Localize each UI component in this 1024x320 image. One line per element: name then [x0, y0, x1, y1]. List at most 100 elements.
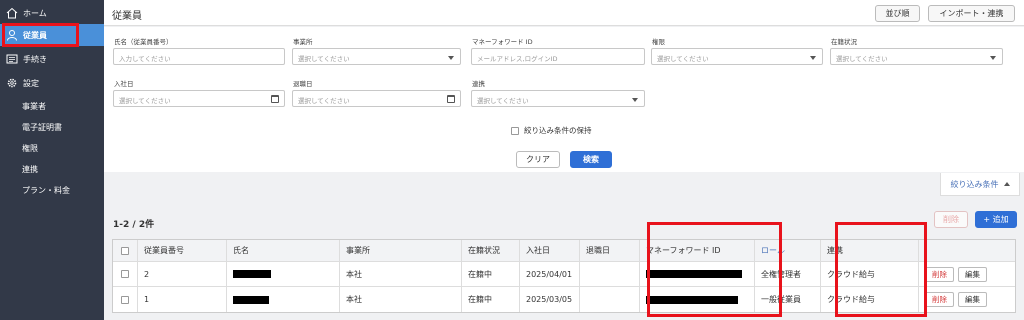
- join-date-picker[interactable]: 選択してください: [113, 90, 285, 107]
- page-header: 従業員 並び順 インポート・連携: [104, 0, 1024, 26]
- role-filter-label: 権限: [652, 38, 665, 46]
- row-actions: 削除 編集: [919, 287, 1015, 312]
- select-all-cell: [113, 240, 138, 261]
- select-all-checkbox[interactable]: [121, 246, 129, 255]
- calendar-icon: [447, 95, 455, 103]
- column-header[interactable]: 連携: [821, 240, 919, 261]
- sidebar-sub-permission[interactable]: 権限: [22, 143, 38, 154]
- leave-date-filter-label: 退職日: [293, 80, 313, 88]
- table-row[interactable]: 1 本社 在籍中 2025/03/05 一般従業員 クラウド給与 削除 編集: [113, 287, 1015, 312]
- sidebar-item-label: 手続き: [23, 54, 47, 64]
- sidebar-item-label: 従業員: [23, 30, 47, 40]
- leave-date-picker[interactable]: 選択してください: [292, 90, 461, 107]
- results-section: 絞り込み条件 1-2 / 2件 削除 + 追加 従業員番号 氏名 事業所 在籍状…: [104, 173, 1024, 320]
- sidebar-item-procedures[interactable]: 手続き: [0, 48, 104, 70]
- office: 本社: [340, 262, 462, 286]
- actions-header: [919, 240, 1015, 261]
- employee-name-cell[interactable]: [227, 262, 340, 286]
- leave-date: [580, 262, 640, 286]
- person-icon: [7, 30, 17, 41]
- redacted-mf-id: [646, 270, 742, 278]
- office-select[interactable]: 選択してください: [292, 48, 461, 65]
- sidebar: ホーム 従業員 手続き 設定 事業者 電子証明書 権限 連携 プラン・料金: [0, 0, 104, 320]
- row-delete-button[interactable]: 削除: [925, 266, 954, 282]
- row-select-cell: [113, 287, 138, 312]
- row-select-cell: [113, 262, 138, 286]
- chevron-down-icon: [448, 56, 454, 60]
- calendar-icon: [271, 95, 279, 103]
- mf-id-cell: [640, 262, 755, 286]
- row-edit-button[interactable]: 編集: [958, 292, 987, 307]
- sidebar-item-home[interactable]: ホーム: [0, 2, 104, 24]
- row-checkbox[interactable]: [121, 270, 129, 278]
- column-header[interactable]: 氏名: [227, 240, 340, 261]
- add-button[interactable]: + 追加: [975, 211, 1017, 228]
- chevron-down-icon: [632, 98, 638, 102]
- employee-number: 2: [138, 262, 227, 286]
- column-header[interactable]: ロール: [755, 240, 821, 261]
- status-filter-label: 在籍状況: [831, 38, 857, 46]
- column-header[interactable]: 事業所: [340, 240, 462, 261]
- redacted-name: [233, 270, 271, 278]
- join-date-filter-label: 入社日: [114, 80, 134, 88]
- role: 一般従業員: [755, 287, 821, 312]
- row-checkbox[interactable]: [121, 295, 129, 304]
- result-count: 1-2 / 2件: [113, 220, 155, 230]
- import-button[interactable]: インポート・連携: [928, 5, 1015, 22]
- status: 在籍中: [462, 262, 520, 286]
- table-header: 従業員番号 氏名 事業所 在籍状況 入社日 退職日 マネーフォワード ID ロー…: [113, 240, 1015, 262]
- link-select[interactable]: 選択してください: [471, 90, 645, 107]
- column-header[interactable]: マネーフォワード ID: [640, 240, 755, 261]
- home-icon: [6, 7, 18, 19]
- sidebar-item-settings[interactable]: 設定: [0, 72, 104, 94]
- row-delete-button[interactable]: 削除: [925, 292, 954, 307]
- column-header[interactable]: 従業員番号: [138, 240, 227, 261]
- chevron-down-icon: [990, 56, 996, 60]
- status-select[interactable]: 選択してください: [830, 48, 1003, 65]
- bulk-delete-button[interactable]: 削除: [934, 211, 968, 228]
- clear-button[interactable]: クリア: [516, 151, 560, 168]
- mf-id-input[interactable]: メールアドレス,ログインID: [471, 48, 645, 65]
- keep-filters-checkbox[interactable]: [511, 126, 519, 135]
- placeholder: 選択してください: [836, 55, 888, 63]
- name-input[interactable]: 入力してください: [113, 48, 285, 65]
- column-header[interactable]: 在籍状況: [462, 240, 520, 261]
- placeholder: 入力してください: [119, 55, 171, 63]
- row-actions: 削除 編集: [919, 262, 1015, 286]
- link-filter-label: 連携: [472, 80, 485, 88]
- column-header[interactable]: 退職日: [580, 240, 640, 261]
- sidebar-item-label: ホーム: [23, 8, 47, 18]
- placeholder: 選択してください: [298, 55, 350, 63]
- search-button[interactable]: 検索: [570, 151, 612, 168]
- employee-name-cell[interactable]: [227, 287, 340, 312]
- keep-filters-option[interactable]: 絞り込み条件の保持: [511, 125, 592, 136]
- placeholder: 選択してください: [119, 97, 171, 105]
- table-row[interactable]: 2 本社 在籍中 2025/04/01 全権管理者 クラウド給与 削除 編集: [113, 262, 1015, 287]
- sidebar-sub-plan[interactable]: プラン・料金: [22, 185, 70, 196]
- join-date: 2025/04/01: [520, 262, 580, 286]
- role: 全権管理者: [755, 262, 821, 286]
- column-header[interactable]: 入社日: [520, 240, 580, 261]
- filter-toggle-tab[interactable]: 絞り込み条件: [940, 173, 1020, 196]
- name-filter-label: 氏名（従業員番号）: [114, 38, 173, 46]
- employee-table: 従業員番号 氏名 事業所 在籍状況 入社日 退職日 マネーフォワード ID ロー…: [112, 239, 1016, 313]
- placeholder: 選択してください: [298, 97, 350, 105]
- status: 在籍中: [462, 287, 520, 312]
- sidebar-item-employees[interactable]: 従業員: [0, 24, 104, 46]
- sidebar-sub-integration[interactable]: 連携: [22, 164, 38, 175]
- filter-toggle-label: 絞り込み条件: [950, 179, 999, 189]
- link-status: クラウド給与: [821, 262, 919, 286]
- link-status: クラウド給与: [821, 287, 919, 312]
- caret-up-icon: [1003, 182, 1010, 186]
- sidebar-sub-office[interactable]: 事業者: [22, 101, 46, 112]
- page-title: 従業員: [112, 11, 142, 22]
- role-select[interactable]: 選択してください: [651, 48, 823, 65]
- sort-button[interactable]: 並び順: [875, 5, 920, 22]
- gear-icon: [7, 78, 17, 88]
- placeholder: 選択してください: [477, 97, 529, 105]
- sidebar-sub-certificate[interactable]: 電子証明書: [22, 122, 62, 133]
- main-panel: 従業員 並び順 インポート・連携 氏名（従業員番号） 入力してください 事業所 …: [104, 0, 1024, 320]
- chevron-down-icon: [810, 56, 816, 60]
- row-edit-button[interactable]: 編集: [958, 266, 987, 282]
- office: 本社: [340, 287, 462, 312]
